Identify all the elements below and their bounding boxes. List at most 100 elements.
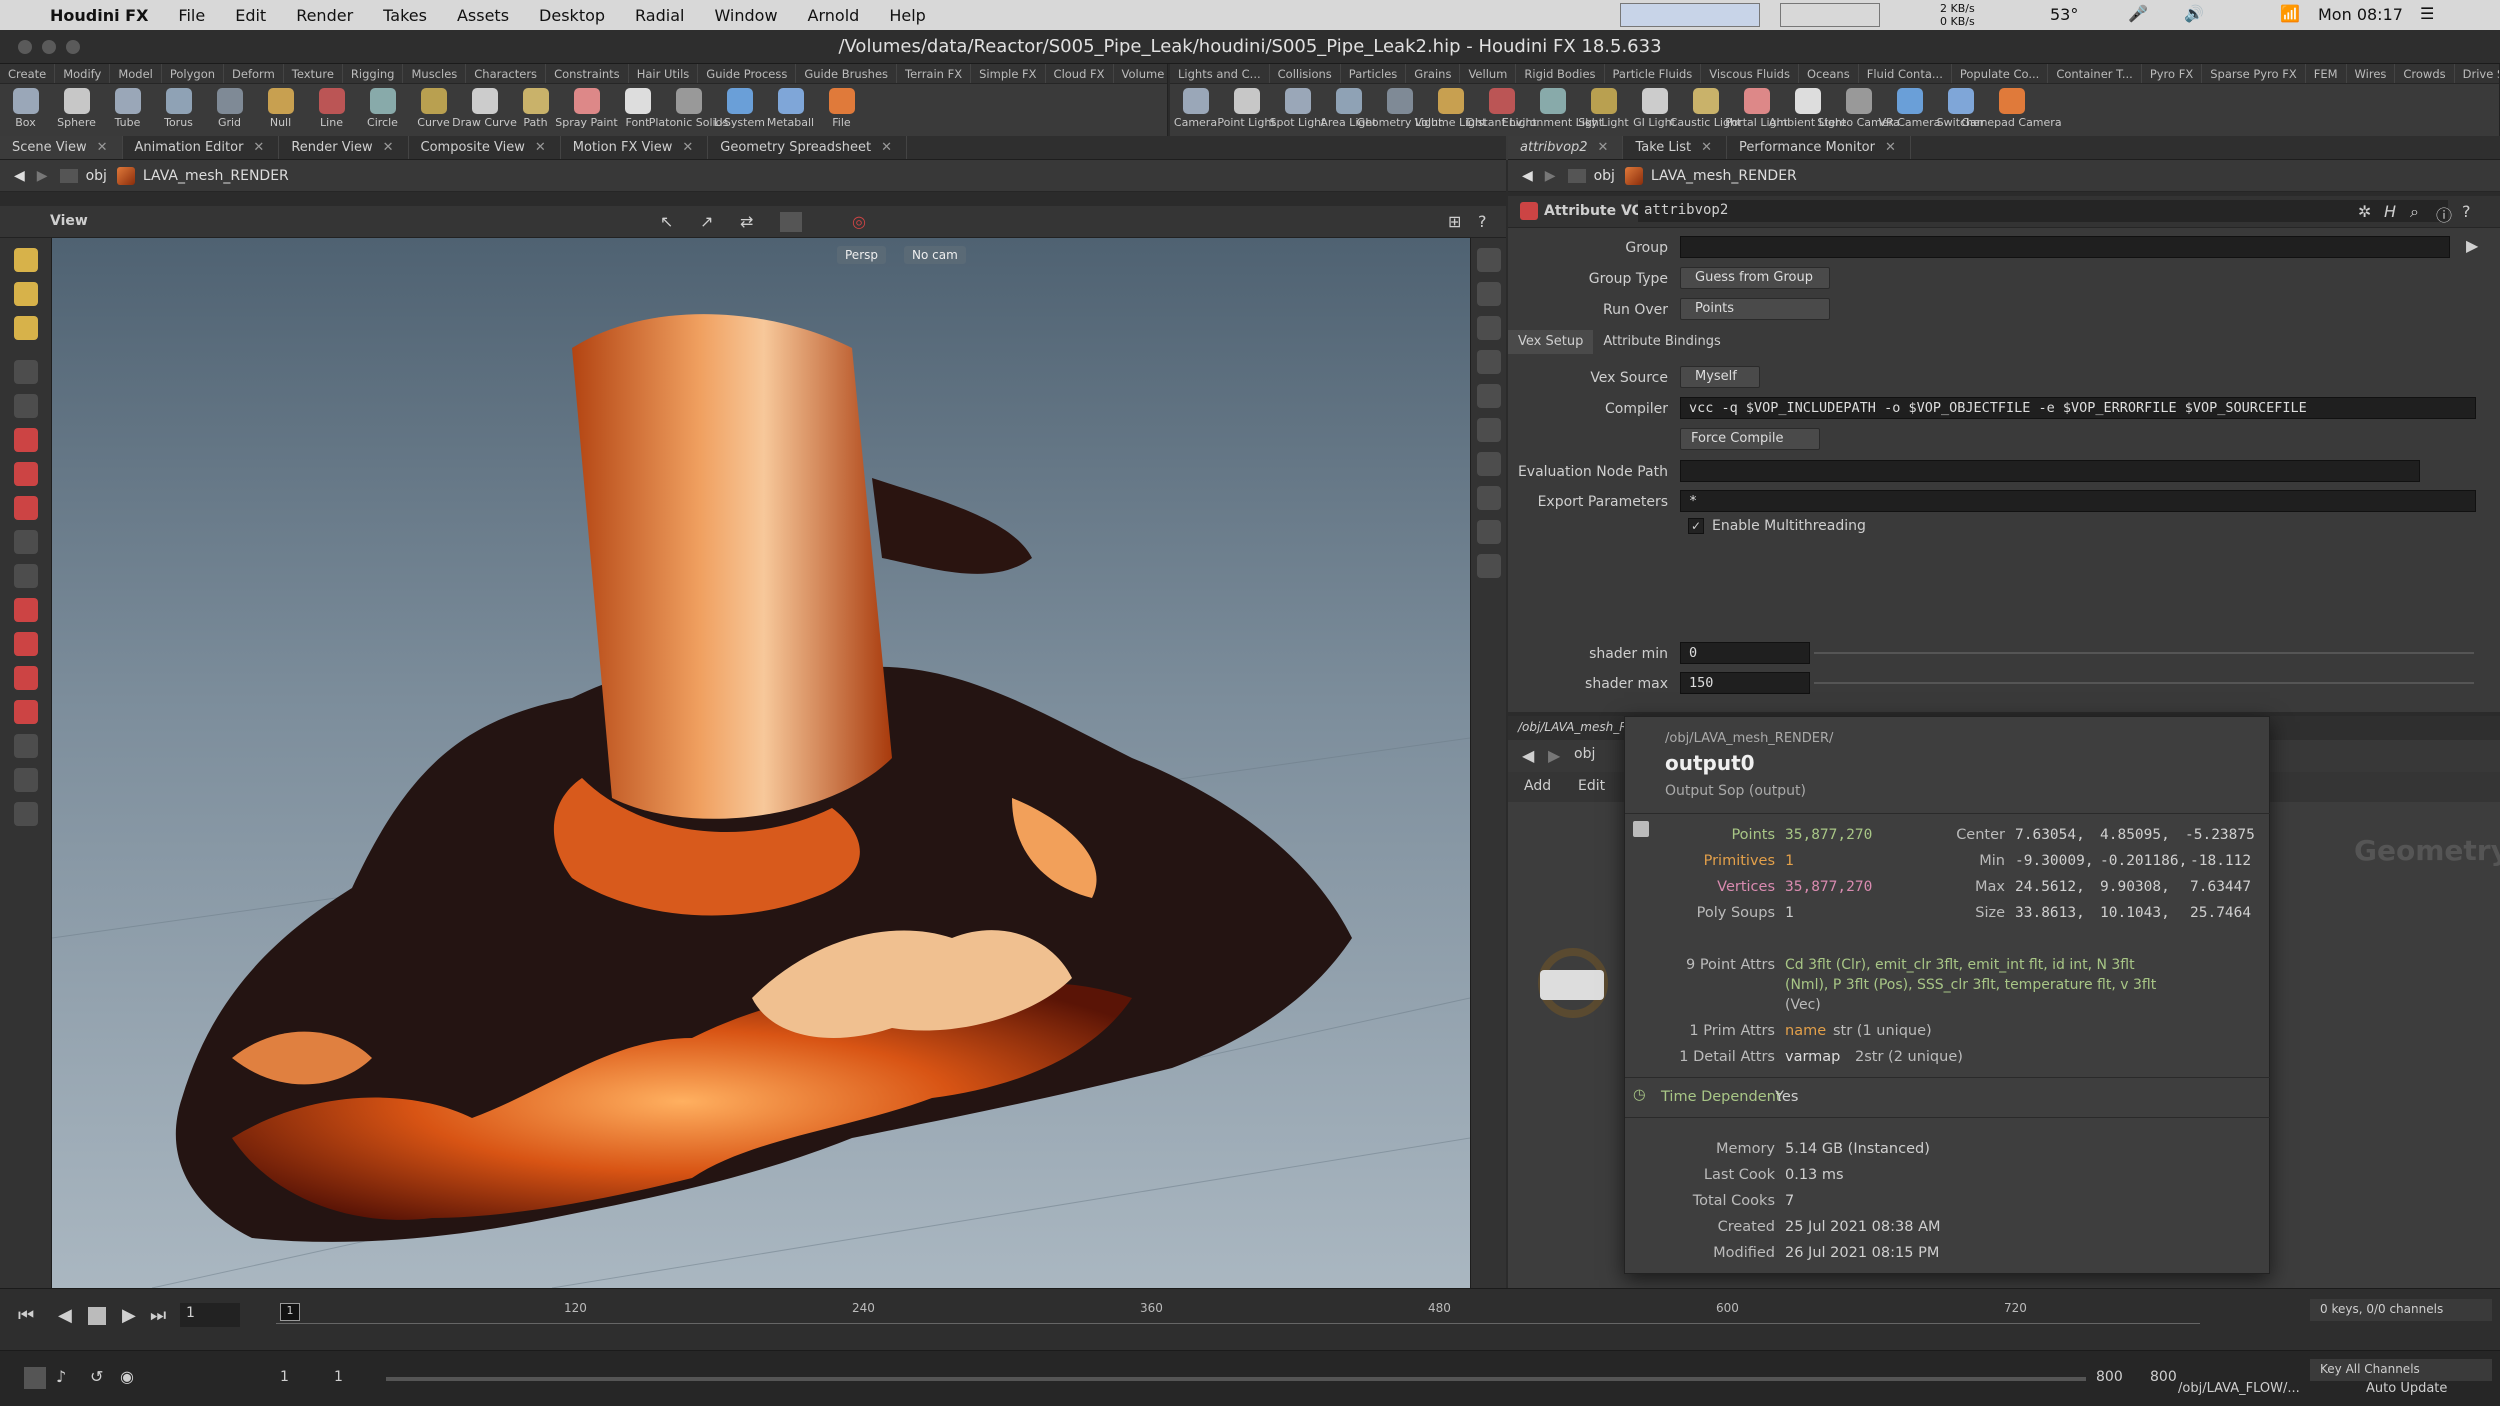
mic-icon[interactable]: 🎤 xyxy=(2128,4,2148,23)
path-node[interactable]: LAVA_mesh_RENDER xyxy=(143,168,289,184)
shelf-left-tab-15[interactable]: Cloud FX xyxy=(1046,64,1114,83)
vex-source-dropdown[interactable]: Myself xyxy=(1680,366,1760,388)
menu-radial[interactable]: Radial xyxy=(635,6,684,25)
shelf-left-tab-3[interactable]: Polygon xyxy=(162,64,225,83)
shelf-left-tool-15[interactable]: Metaball xyxy=(765,88,816,129)
visualize-icon[interactable] xyxy=(1476,384,1501,408)
range-end2[interactable]: 800 xyxy=(2150,1369,2177,1385)
shelf-left-tab-0[interactable]: Create xyxy=(0,64,56,83)
shelf-left-tool-10[interactable]: Path xyxy=(510,88,561,129)
grid-snap-icon[interactable] xyxy=(13,598,38,622)
compiler-field[interactable]: vcc -q $VOP_INCLUDEPATH -o $VOP_OBJECTFI… xyxy=(1680,397,2476,419)
menu-takes[interactable]: Takes xyxy=(383,6,427,25)
menu-help[interactable]: Help xyxy=(889,6,925,25)
close-icon[interactable]: ✕ xyxy=(97,140,108,155)
info-icon[interactable]: ⓘ xyxy=(2436,202,2452,226)
shelf-left-tool-11[interactable]: Spray Paint xyxy=(555,88,618,129)
shelf-left-tab-4[interactable]: Deform xyxy=(224,64,284,83)
export-field[interactable]: * xyxy=(1680,490,2476,512)
shelf-left-tool-3[interactable]: Torus xyxy=(153,88,204,129)
tab-attribute-bindings[interactable]: Attribute Bindings xyxy=(1593,330,1730,354)
close-icon[interactable]: ✕ xyxy=(253,140,264,155)
shelf-left-tab-2[interactable]: Model xyxy=(110,64,162,83)
shelf-right-tab-6[interactable]: Particle Fluids xyxy=(1605,64,1702,83)
current-frame-field[interactable]: 1 xyxy=(180,1303,240,1327)
menu-app[interactable]: Houdini FX xyxy=(50,6,148,25)
group-type-dropdown[interactable]: Guess from Group xyxy=(1680,267,1830,289)
shelf-left-tab-11[interactable]: Guide Process xyxy=(698,64,797,83)
point-snap-icon[interactable] xyxy=(13,666,38,690)
range-start2[interactable]: 1 xyxy=(334,1369,343,1385)
shelf-left-tool-0[interactable]: Box xyxy=(0,88,51,129)
shelf-right-tool-10[interactable]: Caustic Light xyxy=(1670,88,1741,129)
shelf-right-tab-8[interactable]: Oceans xyxy=(1799,64,1859,83)
shelf-left-tab-13[interactable]: Terrain FX xyxy=(897,64,972,83)
select-arrow-icon[interactable]: ▶ xyxy=(2466,236,2478,255)
menu-assets[interactable]: Assets xyxy=(457,6,509,25)
shelf-left-tab-10[interactable]: Hair Utils xyxy=(629,64,699,83)
shelf-left-tool-7[interactable]: Circle xyxy=(357,88,408,129)
lock-camera-icon[interactable] xyxy=(1476,316,1501,340)
gear-icon[interactable]: ✲ xyxy=(2358,202,2371,221)
close-icon[interactable]: ✕ xyxy=(1885,140,1896,155)
force-compile-button[interactable]: Force Compile xyxy=(1680,428,1820,450)
shelf-left-tab-16[interactable]: Volume xyxy=(1114,64,1167,83)
shelf-left-tool-9[interactable]: Draw Curve xyxy=(452,88,517,129)
back-arrow-icon[interactable]: ◀ xyxy=(1522,746,1534,765)
close-icon[interactable]: ✕ xyxy=(1598,140,1609,155)
shader-max-slider[interactable] xyxy=(1814,682,2474,684)
select-mode-icon[interactable]: ↖ xyxy=(660,212,673,231)
scale-icon[interactable] xyxy=(13,496,38,520)
multithread-checkbox[interactable]: ✓ xyxy=(1688,518,1704,534)
shelf-right-tab-17[interactable]: Drive Simul... xyxy=(2455,64,2499,83)
eval-path-field[interactable] xyxy=(1680,460,2420,482)
handle-tool2-icon[interactable] xyxy=(13,282,38,306)
shelf-right-tab-2[interactable]: Particles xyxy=(1341,64,1407,83)
close-icon[interactable]: ✕ xyxy=(1701,140,1712,155)
auto-update-dropdown[interactable]: Auto Update xyxy=(2366,1381,2447,1396)
close-icon[interactable]: ✕ xyxy=(682,140,693,155)
play-back-icon[interactable]: ◀ xyxy=(58,1305,72,1326)
info-icon[interactable] xyxy=(1476,554,1501,578)
lights-icon[interactable] xyxy=(1476,282,1501,306)
shelf-right-tab-0[interactable]: Lights and C... xyxy=(1170,64,1270,83)
shelf-right-tab-11[interactable]: Container T... xyxy=(2048,64,2142,83)
shelf-left-tool-14[interactable]: L-System xyxy=(714,88,765,129)
range-slider[interactable] xyxy=(386,1377,2086,1381)
stop-icon[interactable] xyxy=(88,1307,106,1325)
shelf-right-tool-0[interactable]: Camera xyxy=(1170,88,1221,129)
display-option-icon[interactable] xyxy=(1476,248,1501,272)
normals-icon[interactable] xyxy=(1476,452,1501,476)
clock[interactable]: Mon 08:17 xyxy=(2318,5,2403,24)
menu-file[interactable]: File xyxy=(178,6,205,25)
help-h-icon[interactable]: H xyxy=(2384,202,2396,221)
camera-menu[interactable]: No cam xyxy=(904,246,966,264)
loop-icon[interactable]: ↺ xyxy=(90,1367,103,1386)
view-tool-icon[interactable] xyxy=(13,768,38,792)
shelf-left-tool-1[interactable]: Sphere xyxy=(51,88,102,129)
shelf-right-tool-13[interactable]: Stereo Camera xyxy=(1817,88,1900,129)
audio-icon[interactable]: ♪ xyxy=(56,1367,66,1386)
node-name-field[interactable]: attribvop2 xyxy=(1638,200,2448,222)
close-icon[interactable]: ✕ xyxy=(535,140,546,155)
control-center-icon[interactable]: ☰ xyxy=(2420,4,2434,23)
lock-icon[interactable] xyxy=(13,394,38,418)
tab-left-5[interactable]: Geometry Spreadsheet ✕ xyxy=(708,136,908,159)
magnet-icon[interactable] xyxy=(13,564,38,588)
frame-marker[interactable]: 1 xyxy=(280,1303,300,1321)
volume-icon[interactable]: 🔊 xyxy=(2184,4,2204,23)
output-node[interactable] xyxy=(1540,970,1604,1000)
minimize-window-button[interactable] xyxy=(42,40,56,54)
shelf-right-tab-10[interactable]: Populate Co... xyxy=(1952,64,2049,83)
frame-ruler[interactable]: 1 120 240 360 480 600 720 xyxy=(276,1299,2200,1339)
jump-end-icon[interactable]: ⏭ xyxy=(150,1305,166,1326)
shelf-right-tab-4[interactable]: Vellum xyxy=(1460,64,1517,83)
shelf-left-tool-13[interactable]: Platonic Solids xyxy=(649,88,728,129)
select-arrow-icon[interactable] xyxy=(13,360,38,384)
play-icon[interactable]: ▶ xyxy=(122,1305,136,1326)
display-mode-icon[interactable] xyxy=(780,212,802,232)
shelf-left-tool-16[interactable]: File xyxy=(816,88,867,129)
shelf-right-tab-7[interactable]: Viscous Fluids xyxy=(1701,64,1799,83)
shelf-right-tab-1[interactable]: Collisions xyxy=(1270,64,1341,83)
scene-viewport[interactable]: Persp No cam xyxy=(52,238,1470,1288)
